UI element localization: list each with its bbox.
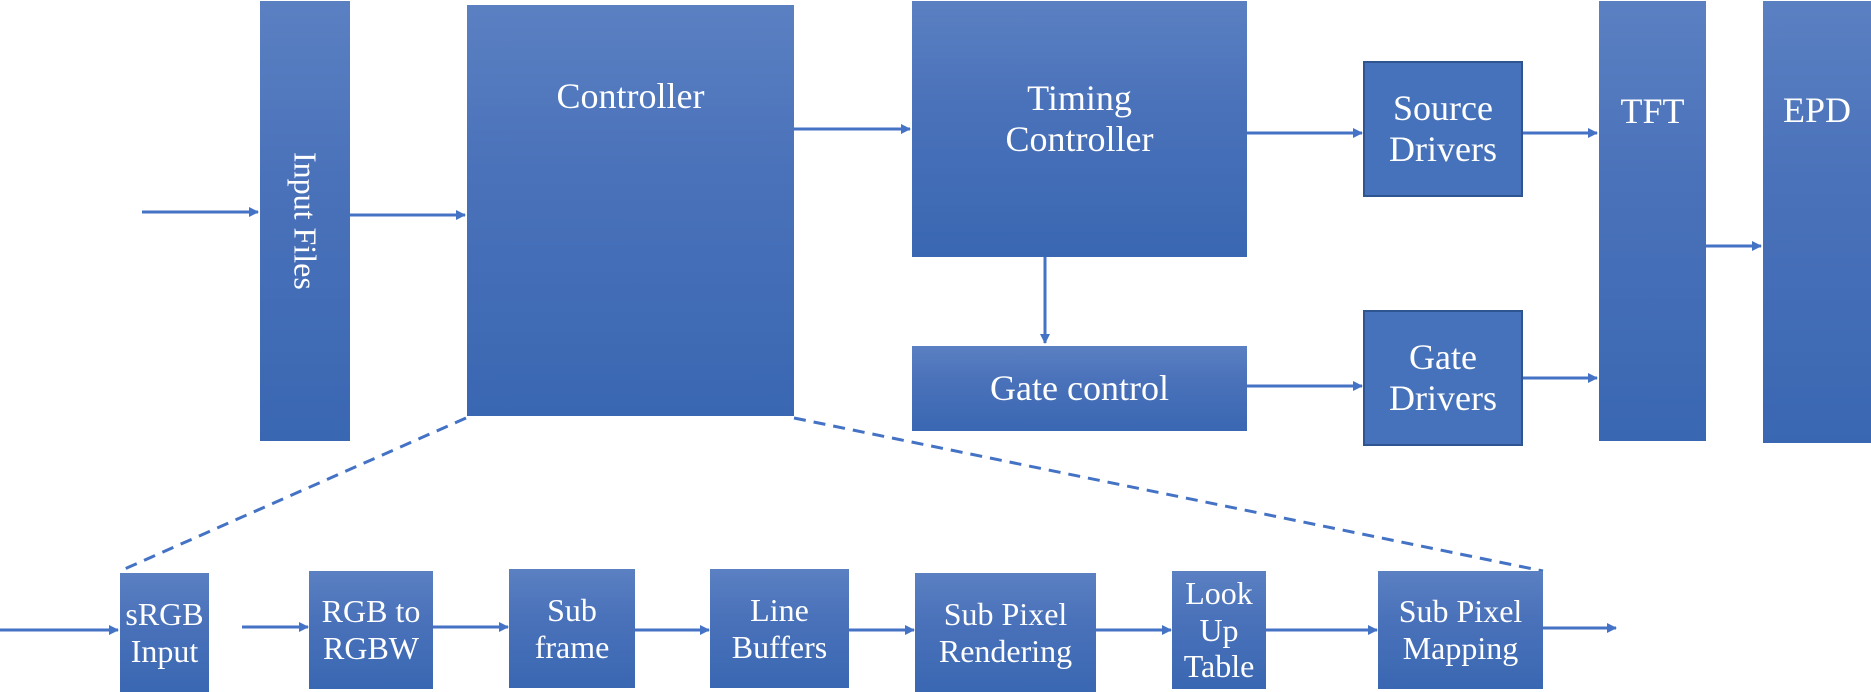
pipeline-rgb-to-rgbw-label: RGB to RGBW bbox=[321, 593, 421, 666]
tft-block: TFT bbox=[1599, 1, 1706, 441]
controller-label: Controller bbox=[556, 75, 705, 116]
controller-block: Controller bbox=[467, 5, 794, 416]
pipeline-srgb-input-label: sRGB Input bbox=[125, 595, 204, 669]
source-drivers-block: Source Drivers bbox=[1363, 61, 1523, 197]
pipeline-look-up-table-block: Look Up Table bbox=[1172, 571, 1266, 689]
pipeline-sub-pixel-rendering-block: Sub Pixel Rendering bbox=[915, 573, 1096, 692]
input-files-label: Input Files bbox=[287, 152, 324, 290]
pipeline-sub-frame-label: Sub frame bbox=[534, 591, 610, 665]
gate-drivers-block: Gate Drivers bbox=[1363, 310, 1523, 446]
epd-block: EPD bbox=[1763, 1, 1871, 443]
pipeline-sub-pixel-rendering-label: Sub Pixel Rendering bbox=[938, 595, 1073, 669]
pipeline-sub-pixel-mapping-label: Sub Pixel Mapping bbox=[1398, 593, 1523, 666]
timing-controller-label: Timing Controller bbox=[1005, 77, 1154, 159]
pipeline-sub-pixel-mapping-block: Sub Pixel Mapping bbox=[1378, 571, 1543, 689]
pipeline-rgb-to-rgbw-block: RGB to RGBW bbox=[309, 571, 433, 689]
pipeline-line-buffers-label: Line Buffers bbox=[731, 591, 828, 665]
epd-label: EPD bbox=[1782, 90, 1851, 131]
pipeline-line-buffers-block: Line Buffers bbox=[710, 569, 849, 688]
tft-label: TFT bbox=[1620, 91, 1685, 132]
gate-drivers-label: Gate Drivers bbox=[1389, 336, 1497, 418]
pipeline-look-up-table-label: Look Up Table bbox=[1183, 574, 1255, 685]
gate-control-label: Gate control bbox=[990, 367, 1169, 408]
input-files-block: Input Files bbox=[260, 1, 350, 441]
pipeline-sub-frame-block: Sub frame bbox=[509, 569, 635, 688]
source-drivers-label: Source Drivers bbox=[1389, 87, 1497, 169]
pipeline-srgb-input-block: sRGB Input bbox=[120, 573, 209, 692]
gate-control-block: Gate control bbox=[912, 346, 1247, 431]
timing-controller-block: Timing Controller bbox=[912, 1, 1247, 257]
